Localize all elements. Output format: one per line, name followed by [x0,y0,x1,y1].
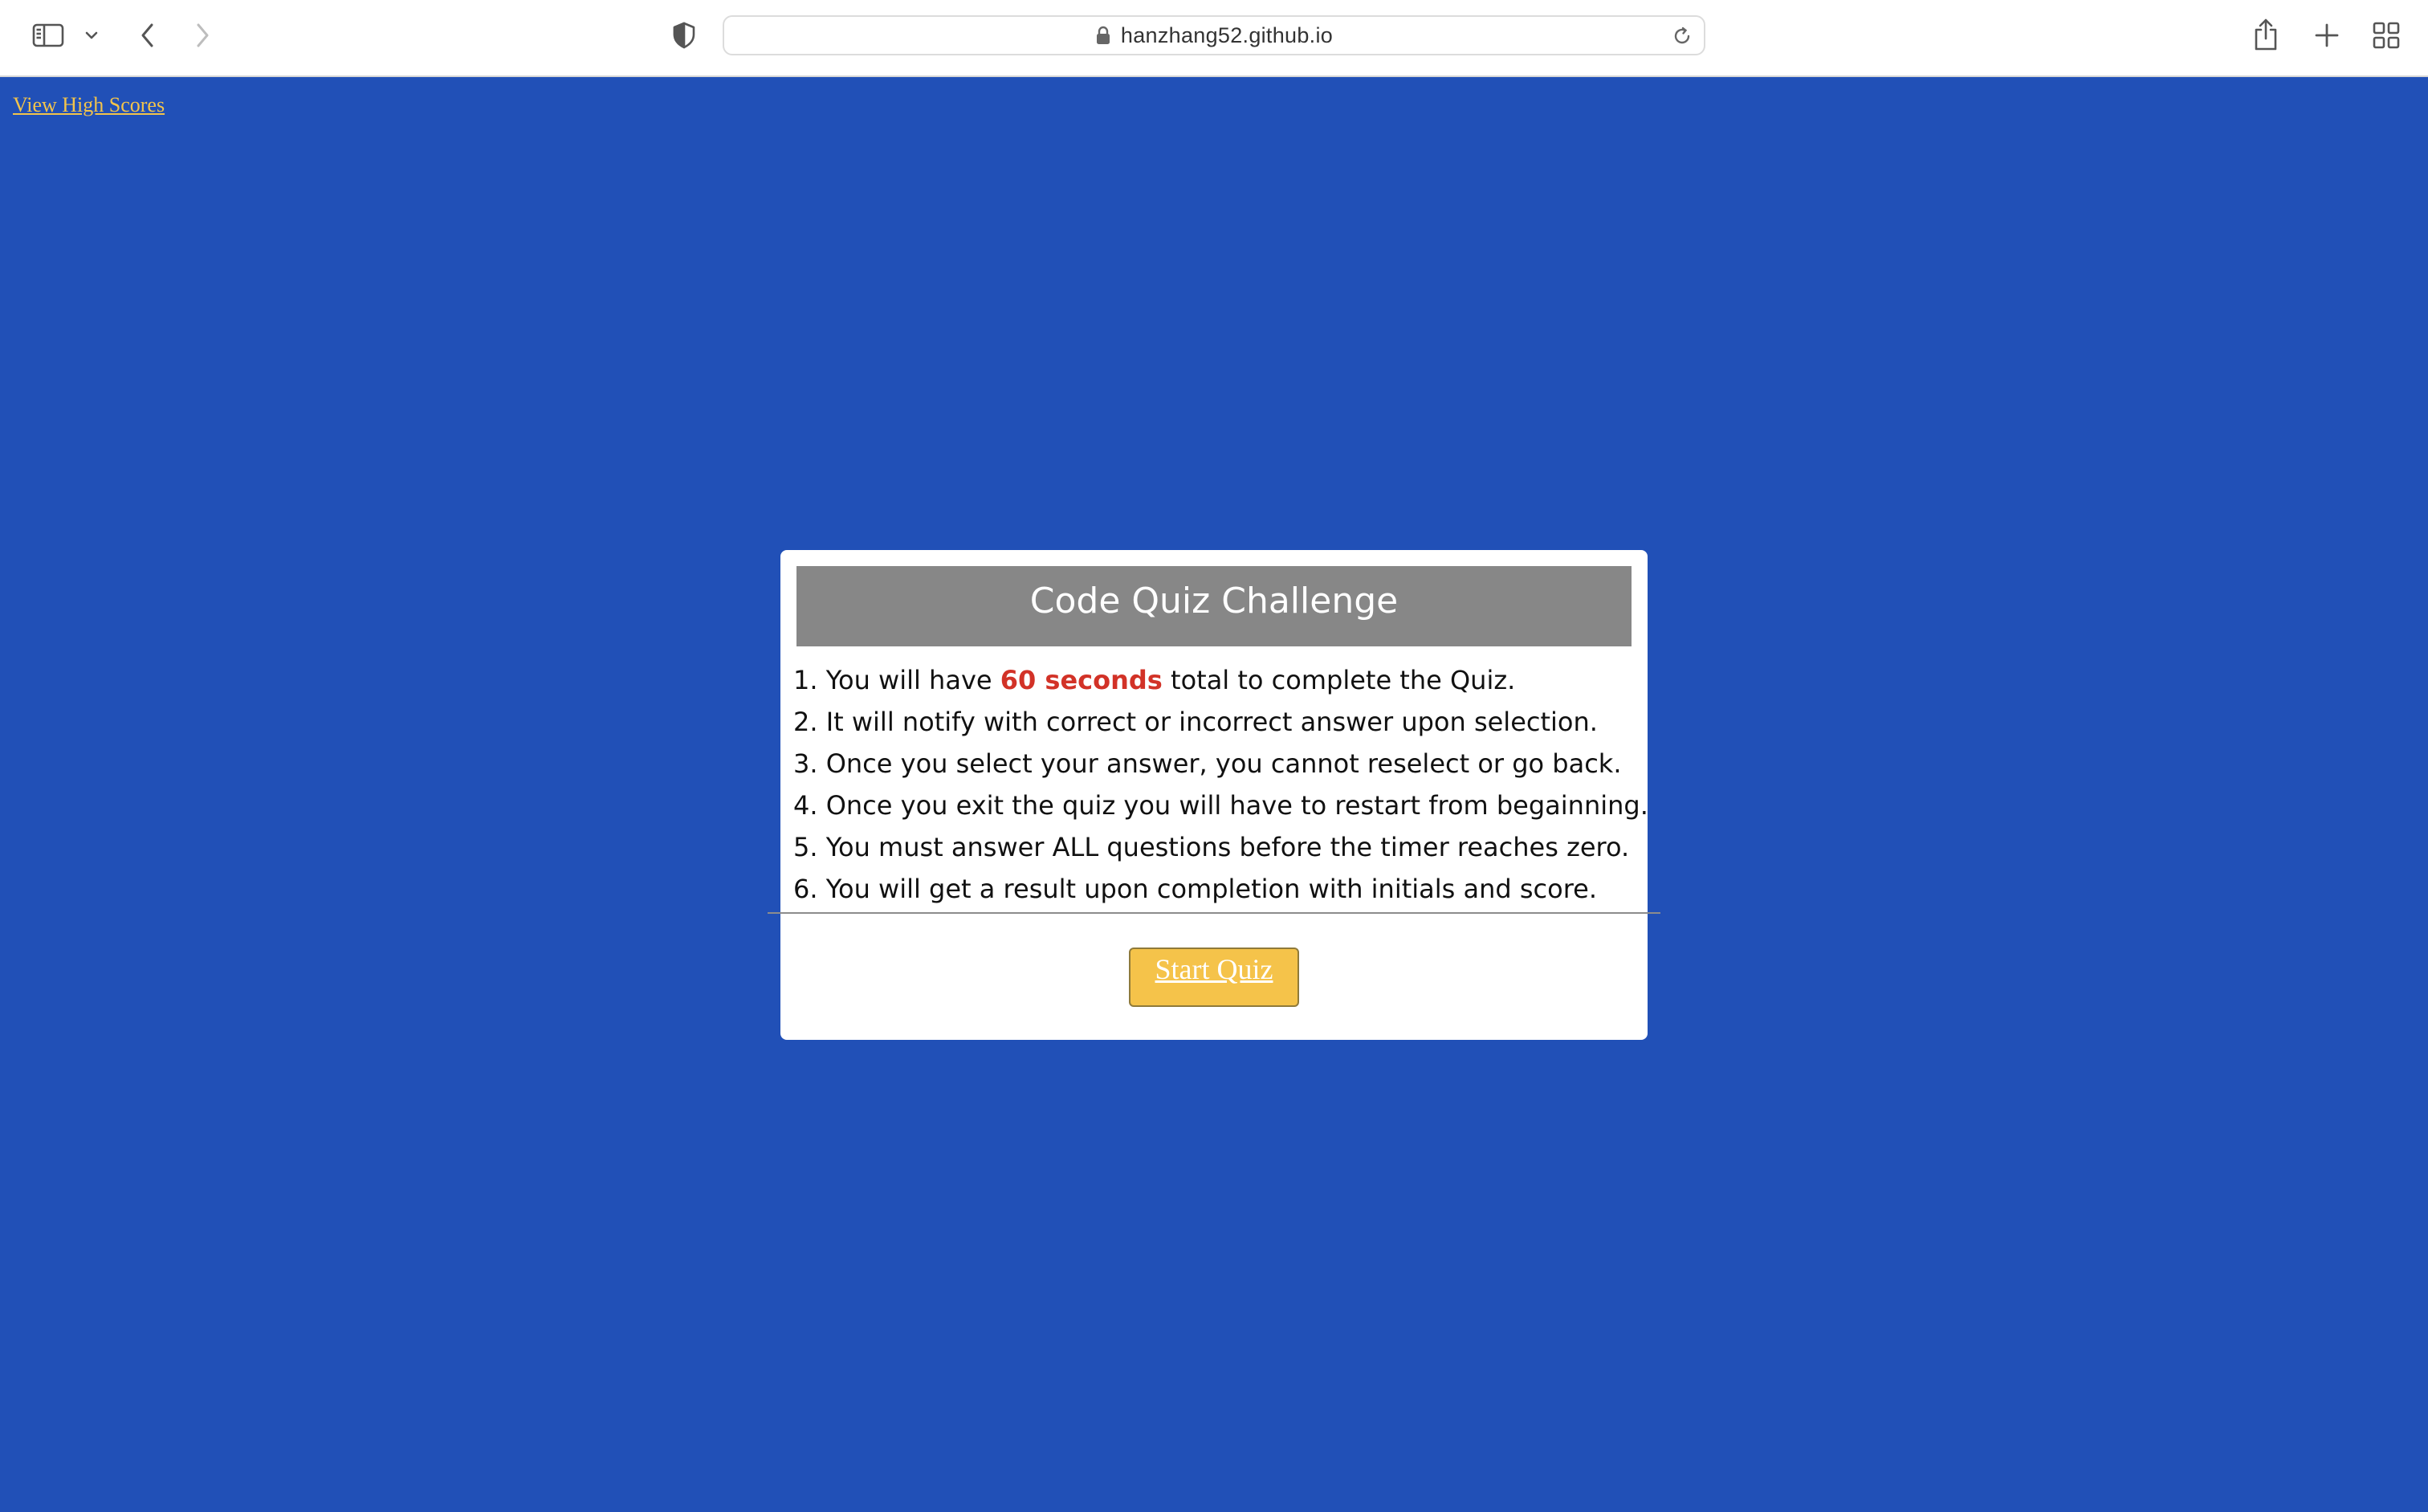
divider-line [768,912,1660,914]
rule-1-suffix: total to complete the Quiz. [1162,665,1516,695]
view-high-scores-link[interactable]: View High Scores [13,93,165,117]
quiz-header: Code Quiz Challenge [796,566,1632,646]
plus-icon[interactable] [2309,18,2344,53]
lock-icon [1096,26,1110,44]
grid-icon[interactable] [2369,18,2404,53]
sidebar-icon[interactable] [29,18,67,53]
time-limit-highlight: 60 seconds [1000,665,1163,695]
rule-3: 3. Once you select your answer, you cann… [793,748,1622,779]
url-text: hanzhang52.github.io [1120,22,1334,47]
quiz-title: Code Quiz Challenge [1029,581,1399,622]
chevron-down-icon[interactable] [80,24,103,47]
reload-icon[interactable] [1670,24,1694,48]
share-icon[interactable] [2250,14,2282,55]
rules-list: 1. You will have 60 seconds total to com… [793,659,1648,910]
shield-icon[interactable] [668,18,700,53]
chevron-left-icon[interactable] [132,18,164,53]
address-bar[interactable]: hanzhang52.github.io [723,15,1705,55]
start-quiz-button[interactable]: Start Quiz [1129,948,1299,1007]
rule-1: 1. You will have 60 seconds total to com… [793,659,1644,701]
rule-2: 2. It will notify with correct or incorr… [793,707,1598,737]
chevron-right-icon[interactable] [186,18,218,53]
rule-4: 4. Once you exit the quiz you will have … [793,790,1648,821]
rule-1-prefix: 1. You will have [793,665,1000,695]
browser-toolbar: hanzhang52.github.io [0,0,2428,77]
rule-5: 5. You must answer ALL questions before … [793,832,1630,862]
rule-6: 6. You will get a result upon completion… [793,874,1598,904]
